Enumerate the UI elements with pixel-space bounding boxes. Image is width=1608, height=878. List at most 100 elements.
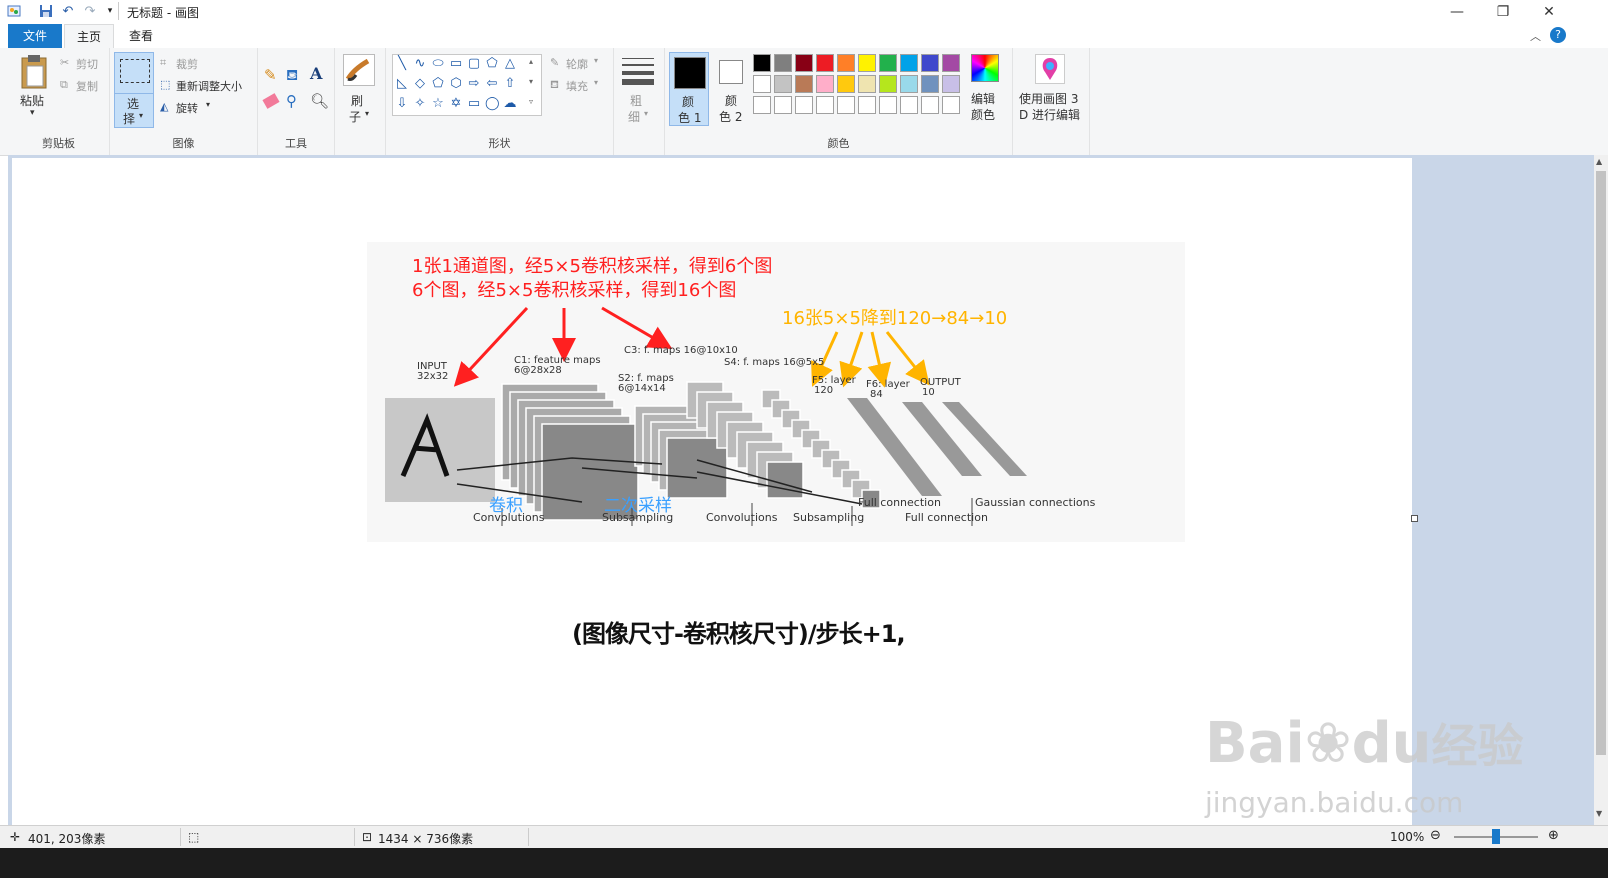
zoom-out-icon[interactable]: ⊖	[1430, 828, 1441, 843]
diamond-shape-icon[interactable]: ◇	[413, 77, 427, 91]
vertical-scrollbar[interactable]: ▲ ▼	[1594, 155, 1608, 825]
paste-icon[interactable]	[18, 54, 50, 90]
line-shape-icon[interactable]: ╲	[395, 57, 409, 71]
right-triangle-shape-icon[interactable]: ◺	[395, 77, 409, 91]
color-swatch[interactable]	[795, 75, 813, 93]
color-picker-icon[interactable]: ⚲	[286, 92, 297, 110]
shapes-gallery[interactable]: ╲ ∿ ⬭ ▭ ▢ ⬠ △ ◺ ◇ ⬠ ⬡ ⇨ ⇦ ⇧ ⇩ ✧ ☆ ✡ ▭ ◯ …	[392, 54, 542, 116]
pentagon-shape-icon[interactable]: ⬠	[431, 77, 445, 91]
color-swatch[interactable]	[774, 54, 792, 72]
color-swatch[interactable]	[942, 75, 960, 93]
left-arrow-shape-icon[interactable]: ⇦	[485, 77, 499, 91]
triangle-shape-icon[interactable]: △	[503, 57, 517, 71]
outline-dropdown-icon[interactable]: ▾	[594, 56, 598, 65]
color-swatch[interactable]	[753, 75, 771, 93]
color-swatch[interactable]	[900, 75, 918, 93]
text-tool-icon[interactable]: A	[310, 64, 322, 83]
rectangle-shape-icon[interactable]: ▭	[449, 57, 463, 71]
rotate-button[interactable]: 旋转	[176, 100, 198, 116]
drawing-canvas[interactable]: 1张1通道图，经5×5卷积核采样，得到6个图 6个图，经5×5卷积核采样，得到1…	[12, 158, 1412, 826]
right-arrow-shape-icon[interactable]: ⇨	[467, 77, 481, 91]
color-swatch[interactable]	[837, 54, 855, 72]
help-icon[interactable]: ?	[1550, 27, 1566, 43]
color-swatch[interactable]	[753, 54, 771, 72]
eraser-icon[interactable]	[262, 93, 280, 109]
shapes-scroll-up-icon[interactable]: ▴	[529, 57, 533, 66]
custom-color-slot[interactable]	[858, 96, 876, 114]
oval-shape-icon[interactable]: ⬭	[431, 57, 445, 71]
color-swatch[interactable]	[942, 54, 960, 72]
down-arrow-shape-icon[interactable]: ⇩	[395, 97, 409, 111]
callout-oval-shape-icon[interactable]: ◯	[485, 97, 500, 111]
custom-color-slot[interactable]	[816, 96, 834, 114]
undo-icon[interactable]: ↶	[60, 3, 76, 19]
paste-label[interactable]: 粘贴	[20, 92, 44, 109]
tab-view[interactable]: 查看	[116, 24, 166, 48]
brushes-group[interactable]: 刷 子 ▾	[335, 48, 386, 155]
callout-rect-shape-icon[interactable]: ▭	[467, 97, 481, 111]
custom-color-slot[interactable]	[795, 96, 813, 114]
restore-button[interactable]: ❐	[1480, 0, 1526, 24]
select-button[interactable]: 选 择 ▾	[114, 52, 154, 128]
color-swatch[interactable]	[900, 54, 918, 72]
polygon-shape-icon[interactable]: ⬠	[485, 57, 499, 71]
color-swatch[interactable]	[921, 54, 939, 72]
hexagon-shape-icon[interactable]: ⬡	[449, 77, 463, 91]
custom-color-slot[interactable]	[753, 96, 771, 114]
canvas-resize-handle-right[interactable]	[1411, 515, 1418, 522]
five-point-star-shape-icon[interactable]: ☆	[431, 97, 445, 111]
tab-file[interactable]: 文件	[8, 24, 62, 48]
paint3d-group[interactable]: 使用画图 3 D 进行编辑	[1013, 48, 1090, 155]
fill-dropdown-icon[interactable]: ▾	[594, 78, 598, 87]
color-swatch[interactable]	[795, 54, 813, 72]
size-group[interactable]: 粗 细 ▾	[614, 48, 665, 155]
zoom-slider-thumb[interactable]	[1492, 829, 1500, 844]
four-point-star-shape-icon[interactable]: ✧	[413, 97, 427, 111]
color2-button[interactable]: 颜 色 2	[713, 52, 753, 126]
curve-shape-icon[interactable]: ∿	[413, 57, 427, 71]
callout-cloud-shape-icon[interactable]: ☁	[503, 97, 517, 111]
rotate-dropdown-icon[interactable]: ▾	[206, 100, 210, 109]
custom-color-slot[interactable]	[921, 96, 939, 114]
color-swatch[interactable]	[774, 75, 792, 93]
up-arrow-shape-icon[interactable]: ⇧	[503, 77, 517, 91]
crop-button[interactable]: 裁剪	[176, 56, 198, 72]
color-swatch[interactable]	[858, 54, 876, 72]
color-swatch[interactable]	[921, 75, 939, 93]
pencil-icon[interactable]: ✎	[264, 66, 277, 84]
outline-button[interactable]: 轮廓	[566, 56, 588, 72]
minimize-button[interactable]: —	[1434, 0, 1480, 24]
resize-button[interactable]: 重新调整大小	[176, 78, 242, 94]
paste-dropdown-icon[interactable]: ▾	[30, 108, 35, 118]
shapes-scroll-down-icon[interactable]: ▾	[529, 77, 533, 86]
scroll-up-icon[interactable]: ▲	[1596, 157, 1602, 166]
custom-color-slot[interactable]	[942, 96, 960, 114]
color-swatch[interactable]	[879, 75, 897, 93]
edit-colors-icon[interactable]	[971, 54, 999, 82]
fill-bucket-icon[interactable]: ⛾	[286, 66, 298, 86]
edit-colors-label-2[interactable]: 颜色	[971, 106, 995, 123]
magnifier-icon[interactable]: 🔍︎	[310, 92, 329, 110]
scroll-thumb[interactable]	[1596, 171, 1606, 755]
close-button[interactable]: ✕	[1526, 0, 1572, 24]
color-swatch[interactable]	[816, 75, 834, 93]
color1-button[interactable]: 颜 色 1	[669, 52, 709, 126]
color-swatch[interactable]	[879, 54, 897, 72]
collapse-ribbon-icon[interactable]: ︿	[1530, 28, 1541, 44]
color-swatch[interactable]	[858, 75, 876, 93]
edit-colors-label-1[interactable]: 编辑	[971, 90, 995, 107]
custom-color-slot[interactable]	[900, 96, 918, 114]
copy-button[interactable]: 复制	[76, 78, 98, 94]
custom-color-slot[interactable]	[879, 96, 897, 114]
custom-color-slot[interactable]	[837, 96, 855, 114]
six-point-star-shape-icon[interactable]: ✡	[449, 97, 463, 111]
zoom-in-icon[interactable]: ⊕	[1548, 828, 1559, 843]
rounded-rectangle-shape-icon[interactable]: ▢	[467, 57, 481, 71]
fill-button[interactable]: 填充	[566, 78, 588, 94]
save-icon[interactable]	[38, 3, 54, 19]
color-swatch[interactable]	[837, 75, 855, 93]
tab-home[interactable]: 主页	[64, 24, 114, 49]
cut-button[interactable]: 剪切	[76, 56, 98, 72]
color-swatch[interactable]	[816, 54, 834, 72]
scroll-down-icon[interactable]: ▼	[1596, 809, 1602, 818]
